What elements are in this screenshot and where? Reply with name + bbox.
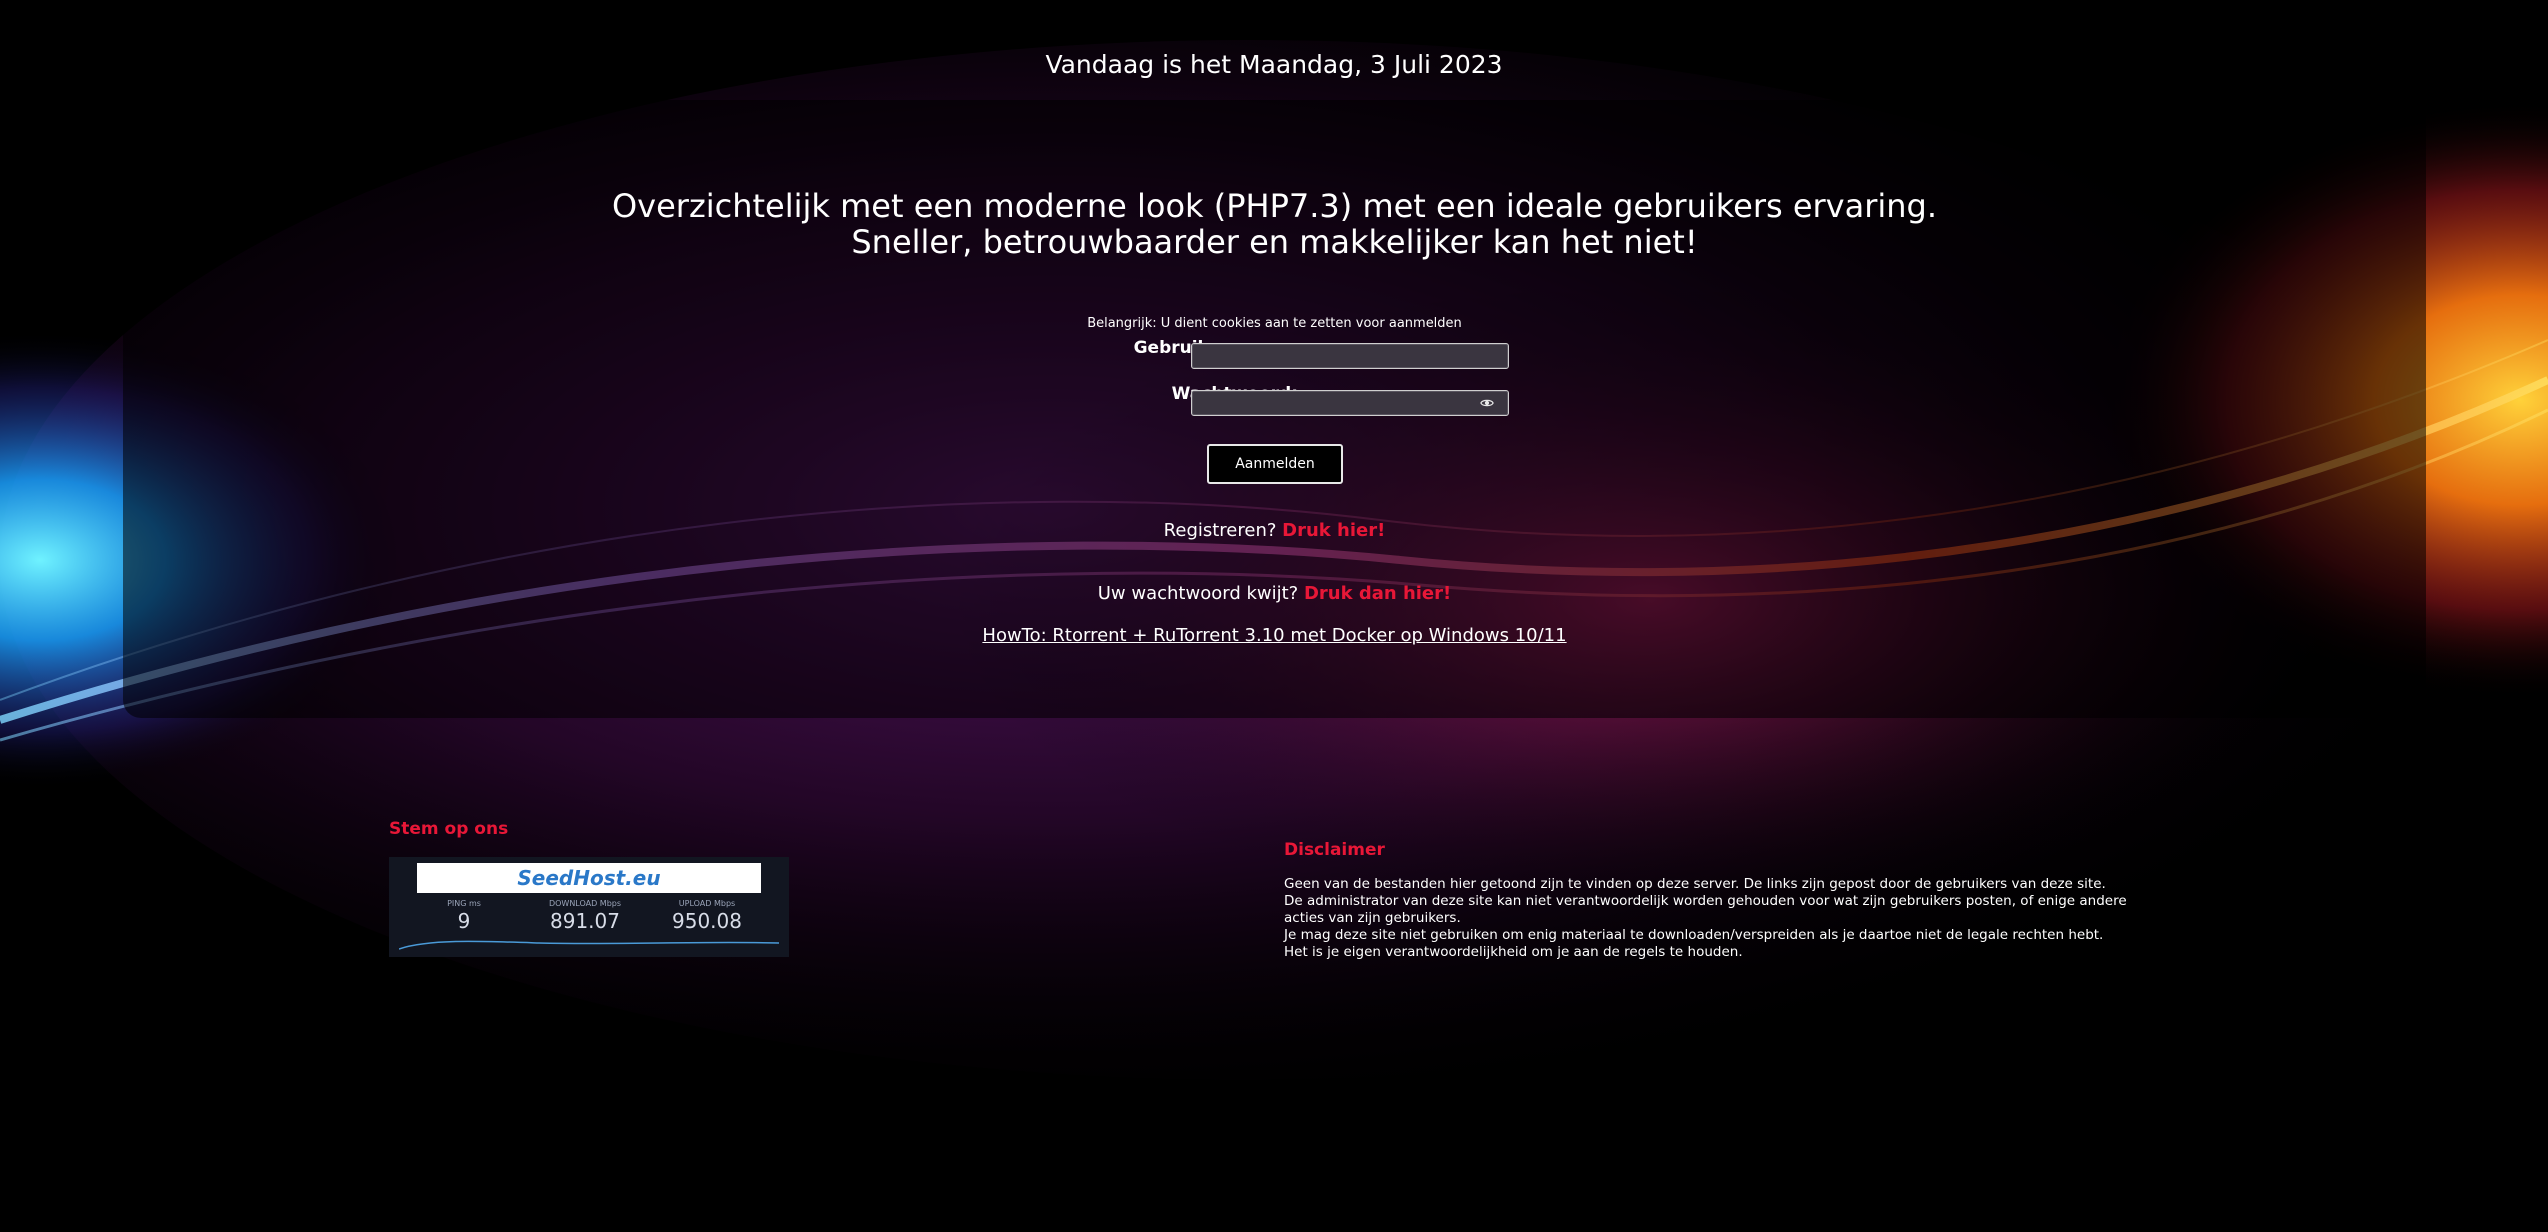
forgot-password-text: Uw wachtwoord kwijt? bbox=[1097, 583, 1299, 604]
disclaimer-line-1: Geen van de bestanden hier getoond zijn … bbox=[1284, 876, 2106, 892]
howto-line: HowTo: Rtorrent + RuTorrent 3.10 met Doc… bbox=[123, 625, 2426, 646]
date-line: Vandaag is het Maandag, 3 Juli 2023 bbox=[1045, 50, 1503, 79]
cookie-note: Belangrijk: U dient cookies aan te zette… bbox=[1087, 316, 1462, 331]
headline-line-2: Sneller, betrouwbaarder en makkelijker k… bbox=[851, 223, 1698, 261]
forgot-password-link[interactable]: Druk dan hier! bbox=[1304, 583, 1451, 604]
disclaimer-title: Disclaimer bbox=[1284, 840, 1385, 860]
username-field-wrapper bbox=[1191, 343, 1509, 369]
seedhost-logo: SeedHost.eu bbox=[417, 863, 761, 893]
howto-link[interactable]: HowTo: Rtorrent + RuTorrent 3.10 met Doc… bbox=[982, 625, 1566, 646]
password-field-wrapper bbox=[1191, 390, 1509, 416]
upload-metric: UPLOAD Mbps 950.08 bbox=[657, 899, 757, 933]
headline-line-1: Overzichtelijk met een moderne look (PHP… bbox=[611, 187, 1938, 225]
password-input[interactable] bbox=[1192, 391, 1508, 415]
login-panel: Overzichtelijk met een moderne look (PHP… bbox=[123, 100, 2426, 718]
speed-graph-icon bbox=[399, 940, 779, 950]
upload-value: 950.08 bbox=[672, 909, 742, 933]
disclaimer-line-3: Je mag deze site niet gebruiken om enig … bbox=[1284, 927, 2104, 943]
forgot-password-line: Uw wachtwoord kwijt? Druk dan hier! bbox=[123, 583, 2426, 604]
login-button[interactable]: Aanmelden bbox=[1207, 444, 1343, 484]
ping-value: 9 bbox=[457, 909, 471, 933]
headline: Overzichtelijk met een moderne look (PHP… bbox=[123, 188, 2426, 260]
register-link[interactable]: Druk hier! bbox=[1282, 520, 1385, 541]
username-input[interactable] bbox=[1192, 344, 1508, 368]
disclaimer-line-2: De administrator van deze site kan niet … bbox=[1284, 893, 2127, 926]
seedhost-logo-text: SeedHost.eu bbox=[517, 866, 660, 890]
ping-metric: PING ms 9 bbox=[414, 899, 514, 933]
upload-label: UPLOAD Mbps bbox=[678, 899, 736, 908]
download-metric: DOWNLOAD Mbps 891.07 bbox=[535, 899, 635, 933]
disclaimer-line-4: Het is je eigen verantwoordelijkheid om … bbox=[1284, 944, 1743, 960]
ping-label: PING ms bbox=[447, 899, 481, 908]
register-line: Registreren? Druk hier! bbox=[123, 520, 2426, 541]
register-text: Registreren? bbox=[1163, 520, 1277, 541]
disclaimer-body: Geen van de bestanden hier getoond zijn … bbox=[1284, 876, 2154, 961]
download-label: DOWNLOAD Mbps bbox=[548, 899, 622, 908]
eye-icon[interactable] bbox=[1480, 396, 1494, 410]
download-value: 891.07 bbox=[550, 909, 620, 933]
vote-title: Stem op ons bbox=[389, 819, 509, 839]
seedhost-speedtest-banner[interactable]: SeedHost.eu PING ms 9 DOWNLOAD Mbps 891.… bbox=[389, 857, 789, 957]
